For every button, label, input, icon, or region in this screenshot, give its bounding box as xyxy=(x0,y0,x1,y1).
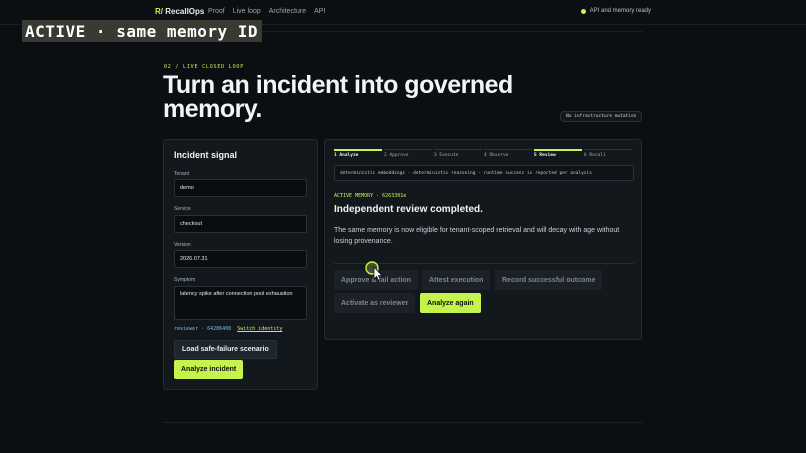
service-label: Service xyxy=(174,206,191,212)
step-execute: 3 Execute xyxy=(434,149,482,158)
infra-badge: No infrastructure mutation xyxy=(560,111,643,122)
step-observe: 4 Observe xyxy=(484,149,532,158)
nav-link-live-loop[interactable]: Live loop xyxy=(233,8,261,15)
mode-strip: deterministic embeddings · deterministic… xyxy=(334,165,634,181)
load-scenario-button[interactable]: Load safe-failure scenario xyxy=(174,340,277,359)
panel-title: Incident signal xyxy=(174,150,238,160)
attest-execution-button[interactable]: Attest execution xyxy=(422,270,491,290)
version-input[interactable]: 2026.07.31 xyxy=(174,250,307,268)
step-recall: 6 Recall xyxy=(584,149,632,158)
brand-mark: R/ xyxy=(155,7,163,16)
status-text: API and memory ready xyxy=(589,8,651,14)
identity-line: reviewer · 64286408 Switch identity xyxy=(174,326,282,332)
brand-name: RecallOps xyxy=(165,7,205,16)
tenant-input[interactable]: demo xyxy=(174,179,307,197)
analyze-again-button[interactable]: Analyze again xyxy=(420,293,481,313)
service-input[interactable]: checkout xyxy=(174,215,307,233)
identity-role: reviewer · 64286408 xyxy=(174,326,232,332)
workflow-panel: 1 Analyze 2 Approve 3 Execute 4 Observe … xyxy=(324,139,642,340)
step-approve: 2 Approve xyxy=(384,149,432,158)
status-dot-icon xyxy=(580,8,586,14)
analyze-incident-button[interactable]: Analyze incident xyxy=(174,360,244,379)
page-title: Turn an incident into governed memory. xyxy=(163,71,513,123)
symptom-label: Symptom xyxy=(174,277,196,283)
activate-reviewer-button[interactable]: Activate as reviewer xyxy=(334,293,416,313)
incident-signal-panel: Incident signal Tenant demo Service chec… xyxy=(163,139,318,390)
symptom-textarea[interactable]: latency spike after connection pool exha… xyxy=(174,286,307,320)
nav-links: Proof Live loop Architecture API xyxy=(208,8,325,15)
tenant-label: Tenant xyxy=(174,171,190,177)
review-title: Independent review completed. xyxy=(334,204,483,215)
step-analyze: 1 Analyze xyxy=(334,149,382,158)
record-outcome-button[interactable]: Record successful outcome xyxy=(495,270,603,290)
divider xyxy=(163,422,643,423)
nav-link-proof[interactable]: Proof xyxy=(208,8,225,15)
status-indicator: API and memory ready xyxy=(580,8,651,14)
version-label: Version xyxy=(174,242,191,248)
nav-link-api[interactable]: API xyxy=(314,8,325,15)
section-eyebrow: 02 / LIVE CLOSED LOOP xyxy=(164,64,245,70)
step-tracker: 1 Analyze 2 Approve 3 Execute 4 Observe … xyxy=(334,149,634,158)
active-memory-id: ACTIVE MEMORY · 6263301e xyxy=(334,193,407,199)
mouse-pointer-icon xyxy=(365,261,385,281)
switch-identity-link[interactable]: Switch identity xyxy=(237,326,282,332)
brand-logo[interactable]: R/ RecallOps xyxy=(155,7,204,16)
nav-link-architecture[interactable]: Architecture xyxy=(269,8,306,15)
step-review: 5 Review xyxy=(534,149,582,158)
overlay-banner: ACTIVE · same memory ID xyxy=(22,20,263,42)
review-body: The same memory is now eligible for tena… xyxy=(334,227,620,245)
